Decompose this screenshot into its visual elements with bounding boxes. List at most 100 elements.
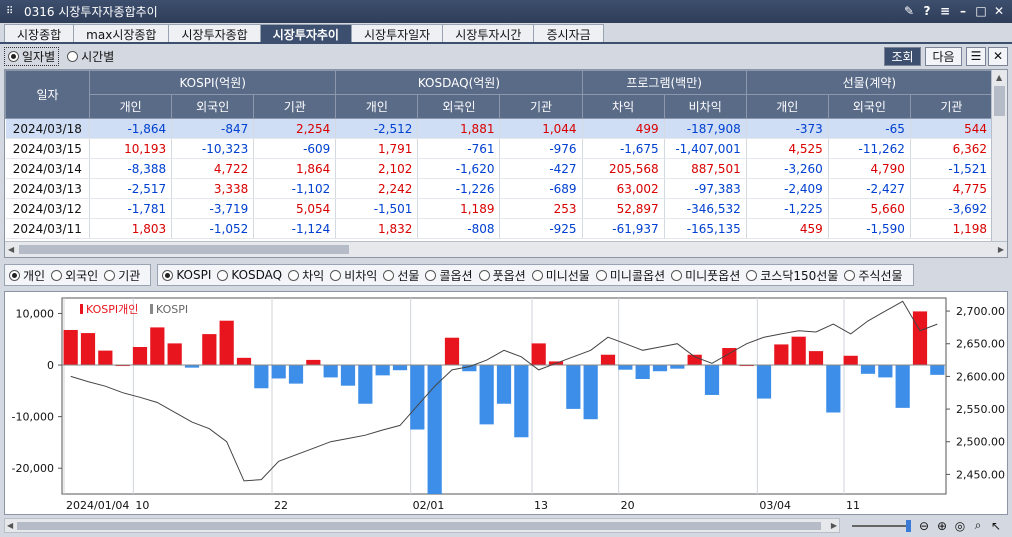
tab-item[interactable]: 시장투자종합	[168, 24, 261, 43]
market-option-radio[interactable]: 주식선물	[844, 267, 903, 284]
scroll-right-icon[interactable]: ▶	[998, 245, 1004, 254]
radio-dot[interactable]	[288, 269, 300, 281]
header-date[interactable]: 일자	[5, 70, 91, 119]
radio-dot[interactable]	[383, 269, 395, 281]
header-cell[interactable]: 기관	[253, 94, 337, 119]
tab-item[interactable]: 시장투자일자	[350, 24, 444, 43]
legend-label: KOSPI	[156, 303, 188, 316]
market-option-radio[interactable]: 풋옵션	[478, 267, 526, 284]
zoom-out-icon[interactable]: ⊖	[916, 518, 932, 534]
mode-hourly-radio[interactable]: 시간별	[67, 48, 114, 65]
zoom-in-icon[interactable]: ⊕	[934, 518, 950, 534]
zoom-reset-icon[interactable]: ◎	[952, 518, 968, 534]
header-cell[interactable]: 기관	[499, 94, 583, 119]
maximize-icon[interactable]: □	[974, 3, 988, 19]
scroll-left-icon[interactable]: ◀	[7, 521, 13, 530]
query-button[interactable]: 조회	[884, 46, 921, 66]
market-option-radio[interactable]: KOSPI	[162, 268, 211, 282]
radio-dot[interactable]	[67, 50, 79, 62]
chart-area[interactable]: 10,000 0 -10,000 -20,000 2,700.00 2,650.00 2,6…	[4, 291, 1008, 515]
menu-icon[interactable]: ≡	[938, 3, 952, 19]
scroll-left-icon[interactable]: ◀	[8, 245, 14, 254]
header-cell[interactable]: 외국인	[827, 94, 911, 119]
scroll-thumb[interactable]	[17, 522, 821, 530]
bar-mark	[358, 365, 373, 404]
collapse-icon[interactable]: ✕	[988, 46, 1008, 66]
radio-dot[interactable]	[671, 269, 683, 281]
radio-dot[interactable]	[9, 269, 20, 281]
header-cell[interactable]: 비차익	[663, 94, 747, 119]
value-cell: -609	[253, 138, 337, 159]
radio-dot[interactable]	[8, 50, 19, 62]
tab-item[interactable]: 시장투자추이	[259, 24, 352, 43]
radio-dot[interactable]	[51, 269, 63, 281]
chart-scrollbar[interactable]: ◀ ▶	[4, 518, 840, 533]
market-option-radio[interactable]: 선물	[383, 267, 419, 284]
list-icon[interactable]: ☰	[966, 46, 986, 66]
radio-dot[interactable]	[425, 269, 437, 281]
radio-dot[interactable]	[162, 269, 174, 281]
zoom-knob[interactable]	[906, 520, 911, 532]
value-cell: -373	[746, 118, 829, 139]
market-option-radio[interactable]: 차익	[288, 267, 324, 284]
investor-option-radio[interactable]: 개인	[9, 267, 45, 284]
market-option-radio[interactable]: KOSDAQ	[217, 268, 282, 282]
market-option-radio[interactable]: 미니콜옵션	[595, 267, 665, 284]
header-cell[interactable]: 개인	[335, 94, 419, 119]
radio-dot[interactable]	[746, 269, 758, 281]
grip-icon[interactable]: ⠿	[6, 6, 24, 17]
table-row[interactable]: 2024/03/12 -1,781 -3,719 5,054 -1,501 1,189 25…	[5, 198, 994, 219]
header-cell[interactable]: 차익	[581, 94, 665, 119]
right-tick-label: 2,500.00	[956, 436, 1005, 449]
pin-icon[interactable]: ✎	[902, 3, 916, 19]
market-option-radio[interactable]: 코스닥150선물	[746, 267, 838, 284]
next-button[interactable]: 다음	[925, 46, 962, 66]
bar-mark	[808, 351, 824, 366]
radio-dot[interactable]	[330, 269, 342, 281]
table-row[interactable]: 2024/03/14 -8,388 4,722 1,864 2,102 -1,620 -42…	[5, 158, 994, 179]
pointer-icon[interactable]: ↖	[988, 518, 1004, 534]
header-cell[interactable]: 개인	[89, 94, 173, 119]
market-option-radio[interactable]: 미니선물	[531, 267, 590, 284]
radio-dot[interactable]	[844, 269, 856, 281]
table-row[interactable]: 2024/03/18 -1,864 -847 2,254 -2,512 1,881 1,04…	[5, 118, 994, 139]
market-option-radio[interactable]: 미니풋옵션	[671, 267, 740, 284]
radio-dot[interactable]	[478, 269, 490, 281]
scroll-right-icon[interactable]: ▶	[831, 521, 837, 530]
investor-option-radio[interactable]: 기관	[104, 267, 140, 284]
scroll-thumb[interactable]	[19, 245, 349, 254]
value-cell: 4,722	[171, 158, 255, 179]
header-cell[interactable]: 기관	[909, 94, 994, 119]
mode-daily-radio[interactable]: 일자별	[4, 46, 60, 66]
bar-mark	[843, 355, 858, 366]
vertical-scrollbar[interactable]: ▲	[991, 70, 1007, 242]
radio-dot[interactable]	[104, 269, 116, 281]
horizontal-scrollbar[interactable]: ◀ ▶	[5, 241, 1007, 257]
value-cell: -1,052	[171, 218, 255, 239]
table-row[interactable]: 2024/03/13 -2,517 3,338 -1,102 2,242 -1,226 -6…	[5, 178, 994, 199]
market-option-radio[interactable]: 콜옵션	[425, 267, 473, 284]
investor-option-radio[interactable]: 외국인	[51, 267, 98, 284]
scroll-thumb[interactable]	[994, 86, 1005, 116]
value-cell: 1,864	[253, 158, 337, 179]
minimize-icon[interactable]: –	[956, 3, 970, 19]
tab-item[interactable]: 시장종합	[4, 24, 75, 43]
zoom-slider[interactable]	[850, 518, 914, 533]
radio-dot[interactable]	[217, 269, 229, 281]
radio-dot[interactable]	[531, 269, 543, 281]
table-row[interactable]: 2024/03/15 10,193 -10,323 -609 1,791 -761 -976…	[5, 138, 994, 159]
close-icon[interactable]: ✕	[992, 3, 1006, 19]
zoom-fit-icon[interactable]: ⌕	[970, 518, 986, 534]
legend-label: KOSPI개인	[86, 303, 138, 316]
header-cell[interactable]: 개인	[745, 94, 829, 119]
header-cell[interactable]: 외국인	[171, 94, 255, 119]
tab-item[interactable]: 시장투자시간	[442, 24, 535, 43]
scroll-up-icon[interactable]: ▲	[996, 73, 1002, 82]
radio-dot[interactable]	[595, 269, 607, 281]
table-row[interactable]: 2024/03/11 1,803 -1,052 -1,124 1,832 -808 -925…	[5, 218, 994, 239]
tab-item[interactable]: max시장종합	[73, 24, 170, 43]
market-option-radio[interactable]: 비차익	[330, 267, 377, 284]
tab-item[interactable]: 증시자금	[533, 24, 604, 43]
header-cell[interactable]: 외국인	[417, 94, 501, 119]
help-icon[interactable]: ?	[920, 3, 934, 19]
